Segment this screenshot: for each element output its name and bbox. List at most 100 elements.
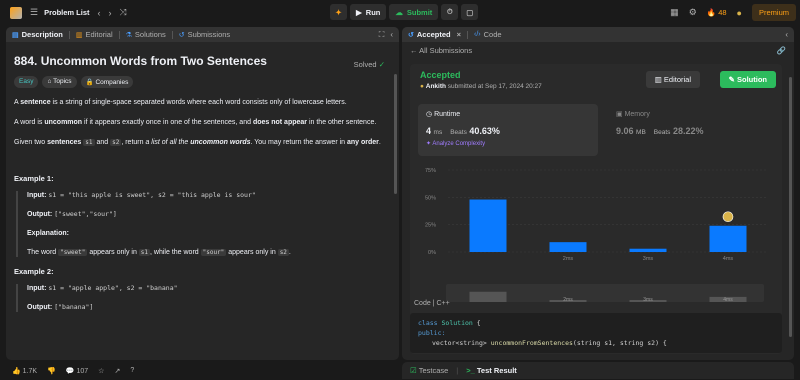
checkbox-icon: ☑ [410,366,417,375]
chart-bar[interactable] [549,242,587,252]
text: . You may return the answer in [250,139,347,146]
prev-problem-icon[interactable]: ‹ [98,8,101,18]
top-bar: ☰ Problem List ‹ › ⤨ ✦ ▶ Run ☁ Submit ⏱ ▢ … [0,0,800,25]
close-icon[interactable]: × [457,30,461,39]
debug-button[interactable]: ✦ [330,4,347,20]
star-icon[interactable]: ☆ [98,367,104,375]
tab-code-label: Code [483,30,502,39]
help-icon[interactable]: ? [130,367,134,374]
submit-label: Submit [406,7,433,17]
text: The word [27,249,59,256]
difficulty-badge: Easy [14,76,39,88]
like-button[interactable]: 👍 1.7K [12,367,37,375]
example-1-title: Example 1: [14,174,54,183]
code-text: (string s1, string s2) { [572,339,667,347]
solution-button[interactable]: ✎ Solution [719,71,776,88]
example-1-input: Input: s1 = "this apple is sweet", s2 = … [27,191,391,200]
leetcode-logo-icon[interactable] [10,6,22,19]
problem-list-link[interactable]: Problem List [44,8,89,17]
tab-accepted[interactable]: ↺ Accepted × [402,30,467,39]
collapse-icon[interactable]: ‹ [390,30,393,39]
memory-label: Memory [624,111,650,118]
tab-editorial[interactable]: ▥ Editorial [70,30,119,39]
avatar[interactable]: ● [737,8,742,18]
settings-gear-icon[interactable]: ⚙ [689,7,697,18]
tab-code[interactable]: ‹/› Code [468,30,508,39]
memory-stat[interactable]: ▣ Memory 9.06 MB Beats 28.22% [608,104,778,156]
text: and [94,139,111,146]
all-submissions-link[interactable]: ← All Submissions 🔗 [402,42,794,59]
code-section: Code | C++ class Solution { public: vect… [410,300,782,353]
chart-bar[interactable] [469,199,507,252]
run-label: Run [365,7,381,17]
tab-submissions-label: Submissions [187,30,231,39]
example-2-title: Example 2: [14,267,54,276]
inline-code: s1 [138,249,151,256]
description-paragraph-2: A word is uncommon if it appears exactly… [14,117,391,128]
analyze-complexity-link[interactable]: ✦ Analyze Complexity [426,140,590,147]
comments-button[interactable]: 💬 107 [66,367,88,375]
tab-solutions[interactable]: ⚗ Solutions [120,30,172,39]
input-label: Input: [27,192,47,199]
code-class-name: Solution [441,319,473,327]
dislike-button[interactable]: 👎 [47,367,56,375]
share-icon[interactable]: ↗ [114,367,120,375]
run-button[interactable]: ▶ Run [350,4,387,20]
link-icon[interactable]: 🔗 [777,46,786,55]
runtime-stat[interactable]: ◷ Runtime 4 ms Beats 40.63% ✦ Analyze Com… [418,104,598,156]
memory-value-row: 9.06 MB Beats 28.22% [616,126,770,136]
chart-bar[interactable] [629,248,667,252]
inline-code: s2 [110,139,122,146]
left-tabs: ▤ Description ▥ Editorial ⚗ Solutions ↺ Subm… [6,27,399,42]
shuffle-icon[interactable]: ⤨ [120,7,127,18]
x-tick-label: 4ms [723,256,734,262]
chart-bar[interactable] [709,225,747,252]
text: if it appears exactly once in one of the… [82,119,253,126]
lock-icon: 🔒 [85,79,94,86]
collapse-icon[interactable]: ‹ [785,30,788,39]
right-tabs: ↺ Accepted × ‹/› Code ‹ [402,27,794,42]
code-keyword: class [418,319,438,327]
streak-counter[interactable]: 🔥 48 [707,8,727,17]
submission-user[interactable]: Ankith [426,83,446,90]
solution-label: Solution [737,75,767,84]
layout-icon[interactable]: ▦ [670,7,679,18]
problem-list-icon[interactable]: ☰ [30,7,38,18]
input-value: s1 = "this apple is sweet", s2 = "this a… [48,191,256,199]
scrollbar[interactable] [789,77,792,337]
runtime-distribution-chart[interactable]: 75%50%25%0%2ms 3ms 4ms2ms 3ms 4ms [418,164,778,304]
topics-badge[interactable]: ⌂ Topics [42,76,77,88]
premium-button[interactable]: Premium [751,4,796,21]
code-language: C++ [436,300,450,307]
streak-count: 48 [718,8,727,17]
tab-description[interactable]: ▤ Description [6,30,69,39]
description-footer: 👍 1.7K 👎 💬 107 ☆ ↗ ? [6,362,399,379]
companies-badge[interactable]: 🔒 Companies [80,76,134,88]
scrollbar[interactable] [394,74,397,194]
problem-title[interactable]: 884. Uncommon Words from Two Sentences [14,54,391,68]
expand-icon[interactable]: ⛶ [379,30,385,40]
editorial-label: Editorial [663,75,691,84]
editorial-button[interactable]: ▥ Editorial [645,71,700,88]
code-icon: ‹/› [474,31,481,38]
example-2-input: Input: s1 = "apple apple", s2 = "banana" [27,284,391,293]
notes-icon[interactable]: ▢ [461,4,479,20]
text-bold-italic: uncommon words [190,139,251,146]
next-problem-icon[interactable]: › [109,8,112,18]
timer-icon[interactable]: ⏱ [441,4,459,20]
play-icon: ▶ [356,7,362,17]
example-1-explanation: The word "sweet" appears only in s1, whi… [27,248,391,257]
tab-solutions-label: Solutions [134,30,166,39]
like-count: 1.7K [22,367,38,375]
runtime-label-row: ◷ Runtime [426,110,590,118]
test-result-tab[interactable]: >_ Test Result [466,366,517,375]
tab-submissions[interactable]: ↺ Submissions [173,30,236,39]
submit-button[interactable]: ☁ Submit [389,4,439,20]
code-line: class Solution { [418,318,774,328]
sparkle-icon: ✦ [426,141,432,147]
text-bold: uncommon [44,119,83,126]
runtime-value-row: 4 ms Beats 40.63% [426,126,590,136]
code-block[interactable]: class Solution { public: vector<string> … [410,313,782,353]
testcase-tab[interactable]: ☑ Testcase [410,366,448,375]
text: . [378,139,381,146]
